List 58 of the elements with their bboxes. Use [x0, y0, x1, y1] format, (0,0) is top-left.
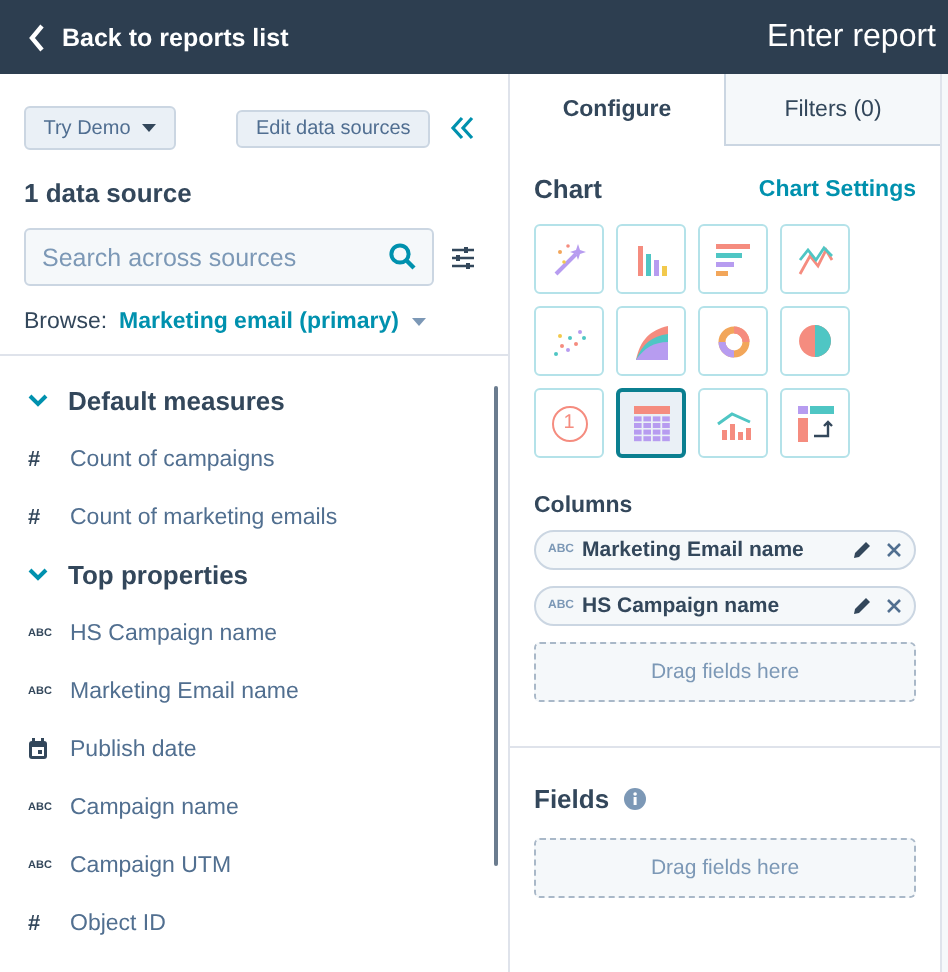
search-icon[interactable] [388, 242, 416, 270]
bar-chart-icon [716, 243, 750, 275]
data-source-heading: 1 data source [24, 178, 194, 208]
close-icon[interactable] [886, 598, 902, 614]
chart-settings-link[interactable]: Chart Settings [758, 177, 916, 201]
pivot-table-icon [797, 405, 833, 441]
scatter-plot-icon [551, 325, 587, 357]
drop-zone[interactable]: Drag fields here [534, 838, 916, 898]
number-badge-icon: 1 [551, 405, 587, 441]
search-field[interactable]: Search across sources [24, 228, 434, 286]
caret-icon [142, 124, 157, 132]
field-item[interactable]: Publish date [70, 737, 197, 761]
donut-chart-icon [717, 325, 749, 357]
browse-label: Browse: [24, 310, 108, 334]
magic-wand-icon [551, 241, 587, 277]
column-name: HS Campaign name [582, 594, 782, 618]
chart-heading: Chart [534, 174, 602, 204]
field-item[interactable]: Count of marketing emails [70, 505, 338, 529]
tab[interactable]: Filters (0) [724, 74, 940, 146]
report-title-field[interactable]: Enter report [767, 19, 936, 55]
group-title: Default measures [68, 386, 285, 416]
back-link[interactable]: Back to reports list [28, 23, 289, 51]
scrollbar[interactable] [494, 386, 498, 866]
caret-icon [411, 318, 426, 326]
group-header[interactable]: Default measures [28, 372, 508, 430]
field-item[interactable]: Campaign UTM [70, 853, 232, 877]
data-source-dropdown[interactable]: Marketing email (primary) [119, 310, 426, 334]
column-name: Marketing Email name [582, 538, 806, 562]
group-header[interactable]: Top properties [28, 546, 508, 604]
edit-data-sources-button[interactable]: Edit data sources [236, 109, 431, 147]
try-demo-button[interactable]: Try Demo [24, 106, 176, 150]
combo-chart-icon [715, 407, 751, 439]
number-type-icon: # [28, 447, 41, 471]
columns-heading: Columns [534, 494, 635, 518]
field-item[interactable]: Count of campaigns [70, 447, 275, 471]
filter-settings-icon[interactable] [450, 245, 476, 269]
drop-zone[interactable]: Drag fields here [534, 642, 916, 702]
pencil-icon[interactable] [852, 540, 872, 560]
line-chart-icon [797, 243, 833, 275]
collapse-icon[interactable] [450, 116, 475, 140]
pie-chart-icon [798, 324, 832, 358]
fields-heading: Fields [534, 784, 610, 814]
close-icon[interactable] [886, 542, 902, 558]
table-icon [633, 405, 669, 441]
info-icon[interactable] [623, 788, 646, 810]
column-chart-icon [635, 243, 667, 275]
chart-type-button[interactable] [616, 388, 686, 458]
number-type-icon: # [28, 911, 41, 935]
pencil-icon[interactable] [852, 596, 872, 616]
calendar-icon [28, 738, 48, 760]
field-item[interactable]: Object ID [70, 911, 166, 935]
field-item[interactable]: HS Campaign name [70, 621, 278, 645]
chevron-left-icon [28, 23, 46, 51]
number-type-icon: # [28, 505, 41, 529]
field-item[interactable]: Campaign name [70, 795, 239, 819]
group-title: Top properties [68, 560, 249, 590]
area-chart-icon [633, 323, 669, 359]
field-item[interactable]: Marketing Email name [70, 679, 299, 703]
